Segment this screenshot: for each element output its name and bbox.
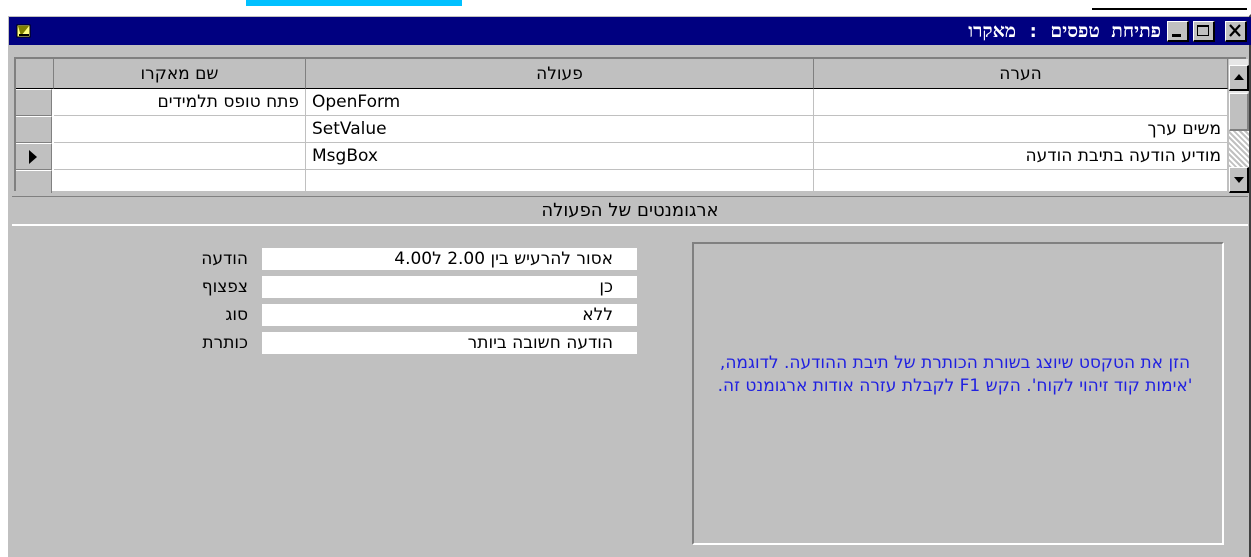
top-strip-mark	[206, 0, 216, 4]
action-cell[interactable]: SetValue	[306, 116, 814, 143]
title-bar[interactable]: פתיחת טפסים : מאקרו	[9, 17, 1251, 45]
macro-grid: שם מאקרו פעולה הערה פתח טופס תלמידים Ope…	[14, 57, 1249, 193]
macro-name-cell[interactable]	[54, 116, 306, 143]
comment-cell[interactable]: משים ערך	[814, 116, 1228, 143]
column-header-action[interactable]: פעולה	[306, 59, 814, 89]
scroll-up-button[interactable]	[1229, 65, 1249, 91]
argument-label-type: סוג	[225, 305, 248, 325]
macro-name-cell[interactable]	[54, 143, 306, 170]
row-selector-current[interactable]	[16, 143, 52, 170]
action-arguments-header: ארגומנטים של הפעולה	[12, 196, 1248, 226]
argument-help-panel: הזן את הטקסט שיוצג בשורת הכותרת של תיבת …	[692, 242, 1224, 545]
comment-cell[interactable]: מודיע הודעה בתיבת הודעה	[814, 143, 1228, 170]
triangle-right-icon	[29, 150, 37, 164]
scroll-track[interactable]	[1229, 131, 1249, 167]
argument-label-beep: צפצוף	[201, 277, 248, 297]
column-header-macro-name[interactable]: שם מאקרו	[54, 59, 306, 89]
top-strip-line	[1092, 8, 1247, 10]
row-selector[interactable]	[16, 170, 52, 193]
argument-help-text: הזן את הטקסט שיוצג בשורת הכותרת של תיבת …	[717, 353, 1193, 396]
row-selector[interactable]	[16, 116, 52, 143]
macro-name-cell[interactable]: פתח טופס תלמידים	[54, 89, 306, 116]
macro-icon[interactable]	[15, 22, 33, 40]
corner-header[interactable]	[16, 59, 54, 89]
close-button[interactable]	[1225, 21, 1247, 42]
vertical-scrollbar[interactable]	[1228, 59, 1249, 193]
action-cell[interactable]: OpenForm	[306, 89, 814, 116]
macro-name-cell[interactable]	[54, 170, 306, 193]
minimize-button[interactable]	[1167, 21, 1189, 42]
argument-value-title[interactable]: הודעה חשובה ביותר	[262, 332, 637, 354]
maximize-button[interactable]	[1193, 21, 1215, 42]
window-title: פתיחת טפסים : מאקרו	[968, 20, 1161, 42]
row-selector[interactable]	[16, 89, 52, 116]
argument-label-title: כותרת	[202, 333, 248, 353]
argument-value-message[interactable]: אסור להרעיש בין 2.00 ל4.00	[262, 248, 637, 270]
scroll-down-button[interactable]	[1229, 167, 1249, 193]
argument-value-beep[interactable]: כן	[262, 276, 637, 298]
argument-value-type[interactable]: ללא	[262, 304, 637, 326]
scroll-thumb[interactable]	[1229, 93, 1249, 131]
action-cell[interactable]	[306, 170, 814, 193]
action-cell[interactable]: MsgBox	[306, 143, 814, 170]
column-header-comment[interactable]: הערה	[814, 59, 1228, 89]
comment-cell[interactable]	[814, 170, 1228, 193]
argument-label-message: הודעה	[201, 249, 248, 269]
top-strip-accent	[246, 0, 462, 6]
comment-cell[interactable]	[814, 89, 1228, 116]
